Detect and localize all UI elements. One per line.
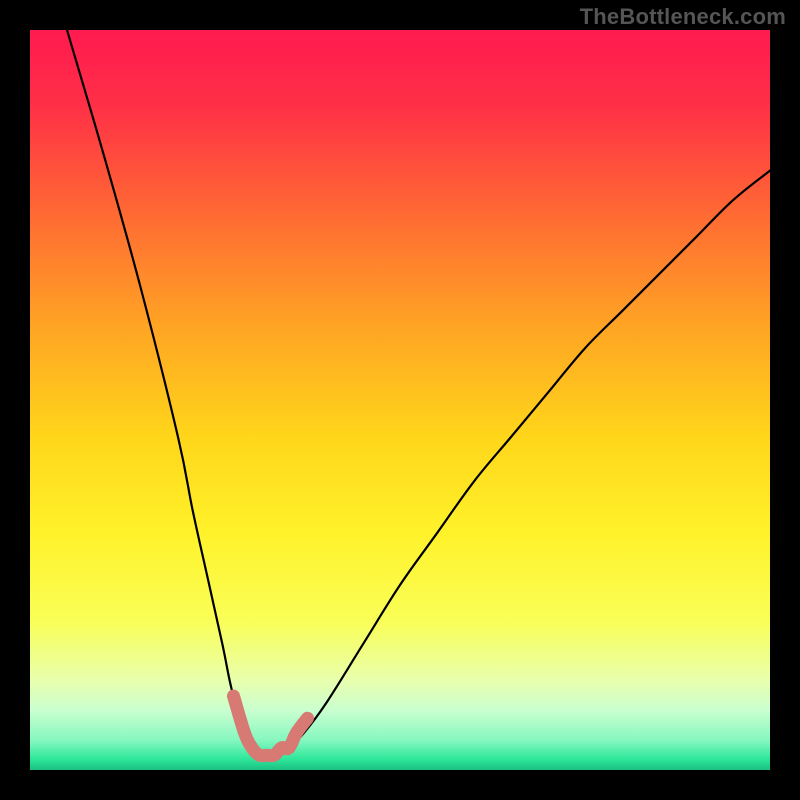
chart-frame: TheBottleneck.com <box>0 0 800 800</box>
watermark-text: TheBottleneck.com <box>580 4 786 30</box>
bottleneck-minimum-highlight <box>234 696 308 756</box>
plot-area <box>30 30 770 770</box>
curve-layer <box>30 30 770 770</box>
bottleneck-curve <box>67 30 770 756</box>
